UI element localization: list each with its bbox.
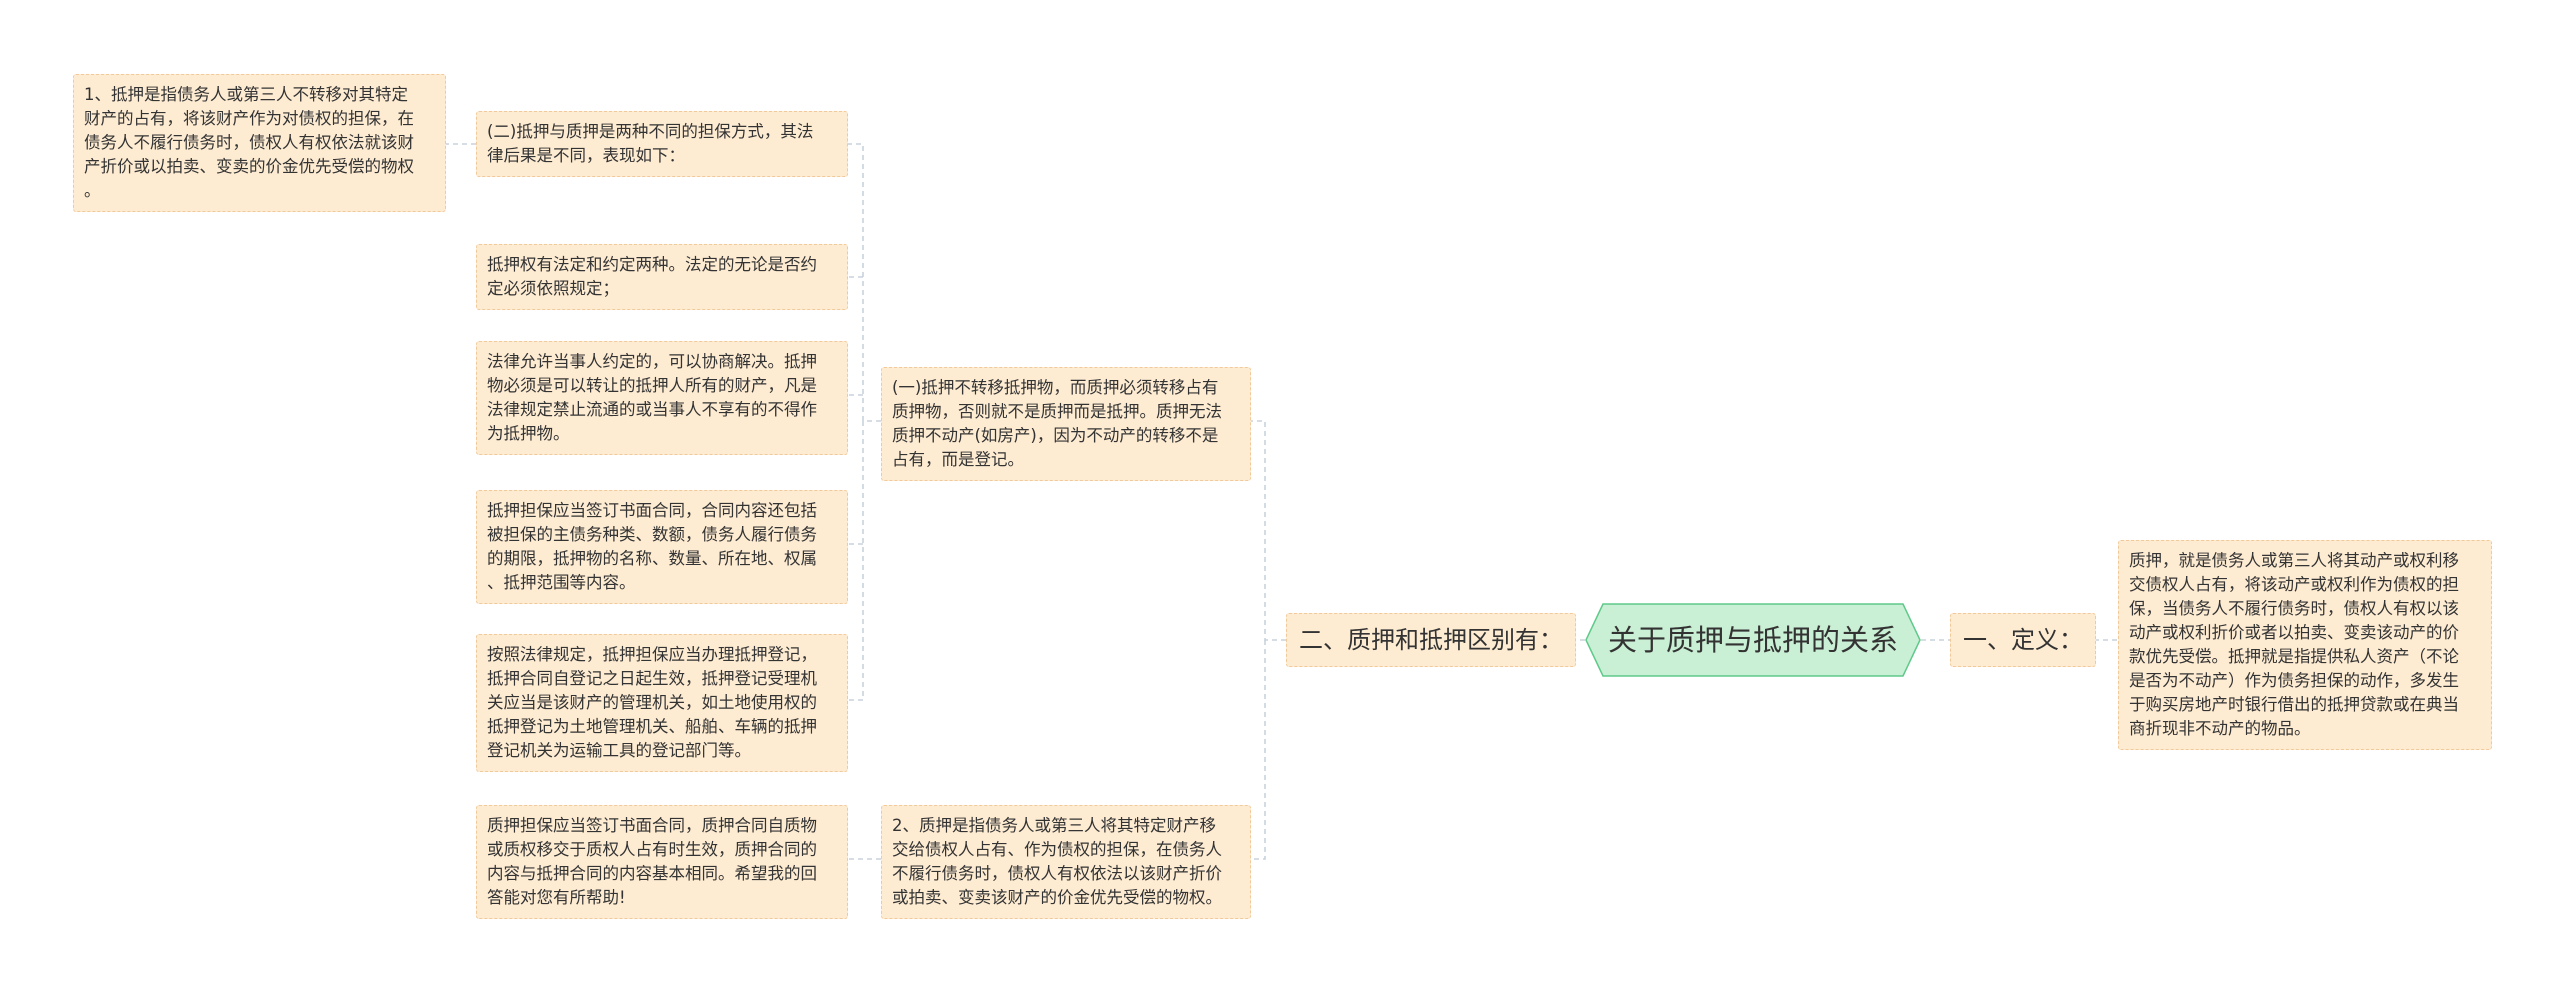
sub-node-one[interactable]: (一)抵押不转移抵押物，而质押必须转移占有 质押物，否则就不是质押而是抵押。质押… bbox=[881, 367, 1251, 481]
leaf-node-4[interactable]: 抵押担保应当签订书面合同，合同内容还包括 被担保的主债务种类、数额，债务人履行债… bbox=[476, 490, 848, 604]
root-node[interactable]: 关于质押与抵押的关系 bbox=[1585, 603, 1921, 677]
branch-definition[interactable]: 一、定义： bbox=[1950, 613, 2096, 667]
branch-difference[interactable]: 二、质押和抵押区别有： bbox=[1286, 613, 1576, 667]
leaf-node-6[interactable]: 质押担保应当签订书面合同，质押合同自质物 或质权移交于质权人占有时生效，质押合同… bbox=[476, 805, 848, 919]
leaf-node-2[interactable]: 抵押权有法定和约定两种。法定的无论是否约 定必须依照规定； bbox=[476, 244, 848, 310]
sub-node-two[interactable]: 2、质押是指债务人或第三人将其特定财产移 交给债权人占有、作为债权的担保，在债务… bbox=[881, 805, 1251, 919]
leaf-node-3[interactable]: 法律允许当事人约定的，可以协商解决。抵押 物必须是可以转让的抵押人所有的财产，凡… bbox=[476, 341, 848, 455]
leaf-node-1[interactable]: (二)抵押与质押是两种不同的担保方式，其法 律后果是不同，表现如下： bbox=[476, 111, 848, 177]
definition-text-node[interactable]: 质押，就是债务人或第三人将其动产或权利移 交债权人占有，将该动产或权利作为债权的… bbox=[2118, 540, 2492, 750]
root-title: 关于质押与抵押的关系 bbox=[1607, 623, 1898, 657]
leaf-node-5[interactable]: 按照法律规定，抵押担保应当办理抵押登记， 抵押合同自登记之日起生效，抵押登记受理… bbox=[476, 634, 848, 772]
far-left-node[interactable]: 1、抵押是指债务人或第三人不转移对其特定 财产的占有，将该财产作为对债权的担保，… bbox=[73, 74, 446, 212]
